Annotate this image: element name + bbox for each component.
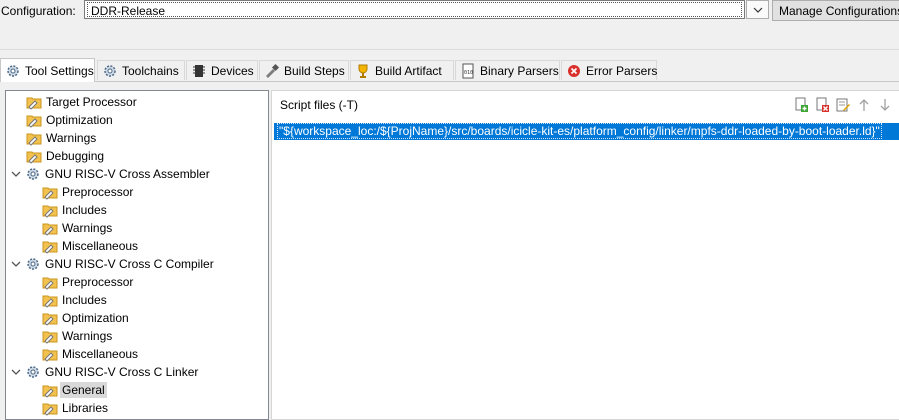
tree-item-cross-assembler[interactable]: GNU RISC-V Cross Assembler	[10, 165, 212, 183]
tree-item-miscellaneous[interactable]: Miscellaneous	[42, 237, 140, 255]
folder-settings-icon	[42, 295, 58, 308]
tree-item-warnings[interactable]: Warnings	[42, 219, 114, 237]
script-files-toolbar	[793, 97, 893, 113]
folder-settings-icon	[42, 241, 58, 254]
tree-item-debugging[interactable]: Debugging	[26, 147, 106, 165]
script-file-row[interactable]: "${workspace_loc:/${ProjName}/src/boards…	[274, 123, 899, 140]
tab-bar-underline	[0, 81, 899, 82]
script-file-path: "${workspace_loc:/${ProjName}/src/boards…	[277, 123, 882, 139]
tool-settings-tree[interactable]: Target Processor Optimization Warnings D…	[5, 90, 269, 420]
tab-label: Build Artifact	[375, 63, 442, 78]
tree-item-optimization[interactable]: Optimization	[26, 111, 115, 129]
configuration-row: Configuration: DDR-Release Manage Config…	[0, 0, 899, 24]
folder-settings-icon	[26, 151, 42, 164]
chevron-down-icon[interactable]	[10, 168, 22, 180]
chevron-down-icon[interactable]	[10, 366, 22, 378]
gears-icon	[27, 366, 39, 378]
tab-binary-parsers[interactable]: 010 Binary Parsers	[455, 60, 560, 80]
folder-settings-icon	[26, 97, 42, 110]
delete-icon[interactable]	[814, 97, 830, 113]
tab-label: Toolchains	[122, 63, 179, 78]
folder-settings-icon	[42, 223, 58, 236]
folder-settings-icon	[42, 385, 58, 398]
tab-label: Binary Parsers	[480, 63, 559, 78]
folder-settings-icon	[42, 205, 58, 218]
tree-item-cross-c-linker[interactable]: GNU RISC-V Cross C Linker	[10, 363, 200, 381]
tree-item-cross-c-compiler[interactable]: GNU RISC-V Cross C Compiler	[10, 255, 216, 273]
tab-error-parsers[interactable]: Error Parsers	[561, 60, 657, 80]
tree-item-includes[interactable]: Includes	[42, 291, 109, 309]
tab-devices[interactable]: Devices	[186, 60, 258, 80]
folder-settings-icon	[26, 133, 42, 146]
folder-settings-icon	[42, 331, 58, 344]
configuration-label: Configuration:	[1, 4, 76, 18]
binary-file-icon: 010	[462, 63, 474, 78]
tab-label: Devices	[211, 63, 254, 78]
tab-label: Build Steps	[284, 63, 345, 78]
script-files-panel: Script files (-T) "${workspace_loc:/${Pr…	[271, 90, 899, 420]
script-files-title: Script files (-T)	[280, 98, 358, 112]
folder-settings-icon	[26, 115, 42, 128]
tree-item-libraries[interactable]: Libraries	[42, 399, 110, 417]
tree-item-general[interactable]: General	[42, 381, 107, 399]
error-icon	[568, 64, 580, 77]
svg-text:010: 010	[464, 70, 473, 76]
chip-icon	[193, 64, 205, 77]
gears-icon	[27, 258, 39, 270]
tree-item-target-processor[interactable]: Target Processor	[26, 93, 139, 111]
folder-settings-icon	[42, 403, 58, 416]
tree-item-miscellaneous[interactable]: Miscellaneous	[42, 345, 140, 363]
gears-icon	[104, 64, 116, 77]
tab-label: Error Parsers	[586, 63, 658, 78]
tab-tool-settings[interactable]: Tool Settings	[0, 58, 95, 82]
tab-label: Tool Settings	[25, 63, 94, 78]
tab-build-artifact[interactable]: Build Artifact	[350, 60, 454, 80]
tab-build-steps[interactable]: Build Steps	[259, 60, 349, 80]
configuration-select[interactable]: DDR-Release	[84, 0, 745, 19]
trophy-icon	[358, 64, 368, 78]
folder-settings-icon	[42, 277, 58, 290]
separator	[0, 49, 899, 50]
move-up-icon[interactable]	[856, 97, 872, 113]
gears-icon	[27, 168, 39, 180]
add-icon[interactable]	[793, 97, 809, 113]
manage-configurations-button[interactable]: Manage Configurations...	[772, 0, 899, 21]
edit-icon[interactable]	[835, 97, 851, 113]
build-steps-icon	[266, 63, 280, 78]
tree-item-includes[interactable]: Includes	[42, 201, 109, 219]
tree-item-warnings[interactable]: Warnings	[26, 129, 98, 147]
chevron-down-icon	[753, 7, 762, 13]
tree-item-preprocessor[interactable]: Preprocessor	[42, 183, 135, 201]
tree-item-warnings[interactable]: Warnings	[42, 327, 114, 345]
folder-settings-icon	[42, 313, 58, 326]
configuration-dropdown-button[interactable]	[746, 0, 769, 19]
folder-settings-icon	[42, 349, 58, 362]
configuration-focus-rect: DDR-Release	[87, 2, 742, 18]
tree-item-optimization[interactable]: Optimization	[42, 309, 131, 327]
folder-settings-icon	[42, 187, 58, 200]
gears-icon	[7, 64, 19, 77]
settings-tab-bar: Tool Settings Toolchains Devices Build S…	[0, 58, 899, 82]
tab-toolchains[interactable]: Toolchains	[97, 60, 185, 80]
chevron-down-icon[interactable]	[10, 258, 22, 270]
move-down-icon[interactable]	[877, 97, 893, 113]
configuration-value: DDR-Release	[91, 4, 166, 18]
tree-item-preprocessor[interactable]: Preprocessor	[42, 273, 135, 291]
